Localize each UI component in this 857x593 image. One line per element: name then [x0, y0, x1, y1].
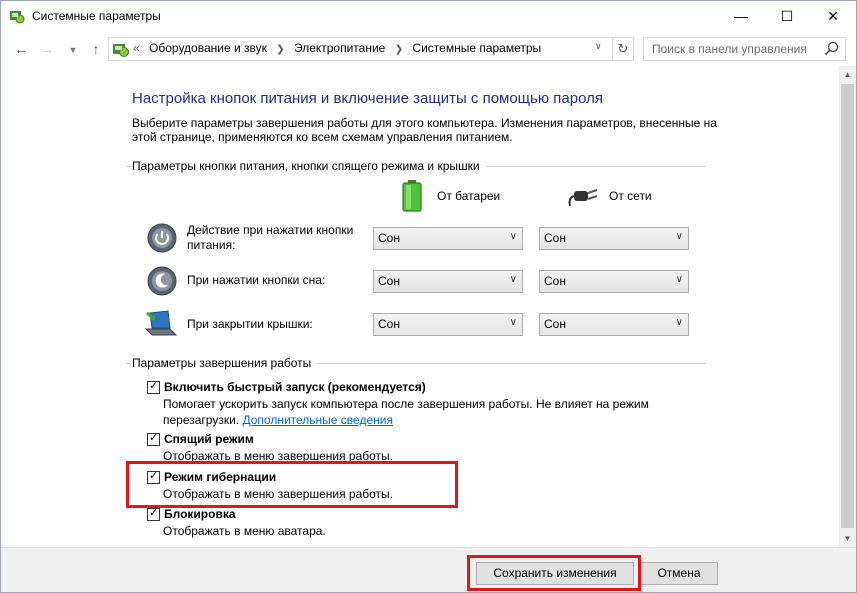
checkmark-icon: ✓: [149, 380, 159, 392]
power-button-ac-select[interactable]: Сон ∨: [539, 227, 689, 250]
sleep-button-battery-select[interactable]: Сон ∨: [373, 270, 523, 293]
scroll-up-button[interactable]: ▲: [839, 66, 856, 83]
content-area: Настройка кнопок питания и включение защ…: [1, 66, 839, 547]
fast-startup-desc-text: Помогает ускорить запуск компьютера посл…: [163, 397, 649, 427]
breadcrumb-overflow[interactable]: «: [133, 41, 140, 55]
search-input[interactable]: Поиск в панели управления: [652, 42, 807, 56]
sleep-label[interactable]: Спящий режим: [164, 432, 254, 446]
breadcrumb-hardware-sound[interactable]: Оборудование и звук: [149, 41, 267, 55]
back-button[interactable]: ←: [12, 40, 30, 58]
sleep-button-ac-select[interactable]: Сон ∨: [539, 270, 689, 293]
section-title-shutdown: Параметры завершения работы: [132, 356, 318, 370]
arrow-up-icon: ↑: [92, 41, 100, 57]
maximize-icon: ☐: [780, 8, 794, 24]
chevron-right-icon[interactable]: ❯: [395, 44, 403, 55]
save-button-highlight: [467, 555, 641, 591]
triangle-down-icon: ▼: [843, 534, 852, 543]
chevron-right-icon[interactable]: ❯: [276, 44, 284, 55]
page-title: Настройка кнопок питания и включение защ…: [132, 90, 603, 107]
triangle-up-icon: ▲: [843, 70, 852, 79]
recent-locations-button[interactable]: ▼: [64, 41, 82, 59]
lid-close-battery-select[interactable]: Сон ∨: [373, 313, 523, 336]
power-button-action-label: Действие при нажатии кнопки питания:: [187, 223, 354, 252]
column-ac-label: От сети: [609, 189, 652, 203]
chevron-down-icon: ▼: [68, 45, 78, 55]
lid-close-ac-select[interactable]: Сон ∨: [539, 313, 689, 336]
arrow-right-icon: →: [40, 41, 54, 57]
select-value: Сон: [378, 274, 400, 288]
arrow-left-icon: ←: [14, 41, 28, 57]
power-plug-icon: [568, 189, 598, 207]
cancel-button[interactable]: Отмена: [640, 562, 718, 585]
select-value: Сон: [378, 231, 400, 245]
page-description: Выберите параметры завершения работы для…: [132, 116, 717, 144]
control-panel-icon: [10, 11, 25, 24]
hibernate-highlight: [126, 461, 458, 508]
chevron-down-icon: ∨: [675, 231, 683, 242]
title-bar: Системные параметры — ☐ ✕: [1, 1, 856, 32]
vertical-scrollbar[interactable]: ▲ ▼: [839, 66, 856, 547]
checkmark-icon: ✓: [149, 507, 159, 519]
window-title: Системные параметры: [32, 9, 161, 23]
minimize-button[interactable]: —: [718, 1, 764, 32]
address-dropdown-icon[interactable]: ∨: [595, 41, 602, 52]
column-battery-label: От батареи: [437, 189, 501, 203]
breadcrumb: « Оборудование и звук ❯ Электропитание ❯…: [133, 41, 541, 55]
sleep-button-icon: [147, 266, 177, 296]
lock-checkbox[interactable]: ✓: [147, 507, 160, 521]
select-value: Сон: [544, 231, 566, 245]
sleep-checkbox[interactable]: ✓: [147, 432, 160, 446]
scroll-thumb[interactable]: [841, 84, 854, 528]
close-button[interactable]: ✕: [810, 1, 856, 32]
window: Системные параметры — ☐ ✕ ← → ▼ ↑ « Обор…: [0, 0, 857, 593]
lock-label[interactable]: Блокировка: [164, 507, 236, 521]
chevron-down-icon: ∨: [509, 317, 517, 328]
power-button-icon: [147, 223, 177, 253]
power-button-battery-select[interactable]: Сон ∨: [373, 227, 523, 250]
sleep-button-action-label: При нажатии кнопки сна:: [187, 273, 326, 287]
more-info-link[interactable]: Дополнительные сведения: [242, 413, 392, 427]
select-value: Сон: [544, 317, 566, 331]
lid-close-action-label: При закрытии крышки:: [187, 317, 313, 331]
control-panel-icon: [113, 44, 129, 57]
chevron-down-icon: ∨: [675, 274, 683, 285]
fast-startup-checkbox[interactable]: ✓: [147, 380, 160, 394]
close-icon: ✕: [827, 8, 839, 24]
laptop-lid-icon: [144, 310, 178, 336]
footer-bar: Сохранить изменения Отмена: [1, 547, 856, 592]
refresh-icon: ↻: [617, 41, 629, 56]
search-icon[interactable]: [824, 41, 839, 56]
chevron-down-icon: ∨: [509, 274, 517, 285]
chevron-down-icon: ∨: [509, 231, 517, 242]
scroll-down-button[interactable]: ▼: [839, 530, 856, 547]
checkmark-icon: ✓: [149, 432, 159, 444]
minimize-icon: —: [734, 8, 748, 24]
search-box[interactable]: Поиск в панели управления: [643, 37, 846, 61]
battery-icon: [402, 180, 422, 212]
lock-description: Отображать в меню аватара.: [163, 524, 326, 538]
forward-button[interactable]: →: [38, 40, 56, 58]
up-button[interactable]: ↑: [87, 40, 105, 58]
section-title-power-buttons: Параметры кнопки питания, кнопки спящего…: [132, 159, 486, 173]
select-value: Сон: [544, 274, 566, 288]
fast-startup-description: Помогает ускорить запуск компьютера посл…: [163, 396, 683, 428]
chevron-down-icon: ∨: [675, 317, 683, 328]
refresh-button[interactable]: ↻: [612, 38, 633, 60]
select-value: Сон: [378, 317, 400, 331]
breadcrumb-power-options[interactable]: Электропитание: [294, 41, 385, 55]
address-bar[interactable]: « Оборудование и звук ❯ Электропитание ❯…: [108, 37, 634, 61]
maximize-button[interactable]: ☐: [764, 1, 810, 32]
breadcrumb-system-settings[interactable]: Системные параметры: [412, 41, 541, 55]
fast-startup-label[interactable]: Включить быстрый запуск (рекомендуется): [164, 380, 426, 394]
